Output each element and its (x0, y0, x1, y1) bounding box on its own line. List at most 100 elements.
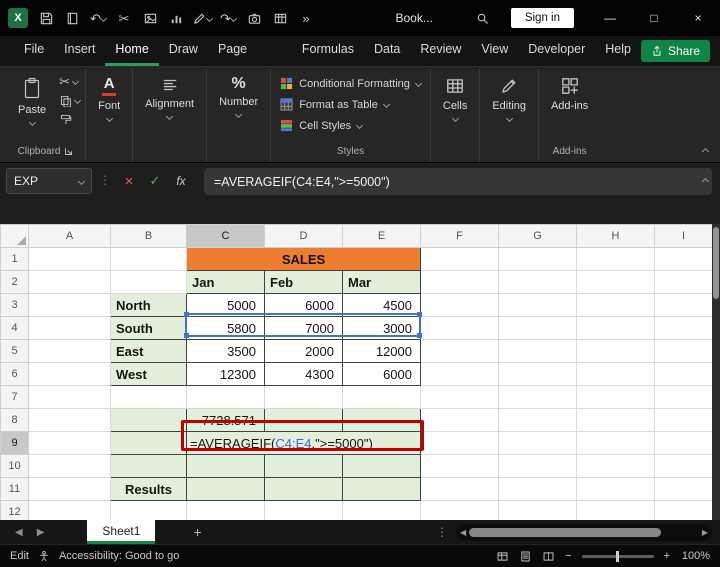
cell-d10[interactable] (265, 455, 343, 478)
row-header-2[interactable]: 2 (1, 271, 29, 294)
tab-page-layout[interactable]: Page Layout (208, 36, 292, 66)
cell-e6[interactable]: 6000 (343, 363, 421, 386)
cell-e4[interactable]: 3000 (343, 317, 421, 340)
cells-menu-button[interactable]: Cells (436, 71, 474, 121)
cell[interactable] (577, 478, 655, 501)
cell[interactable] (29, 340, 111, 363)
cell[interactable] (577, 455, 655, 478)
cell[interactable] (577, 340, 655, 363)
cell[interactable] (655, 248, 713, 271)
cell[interactable] (421, 455, 499, 478)
cell[interactable] (499, 409, 577, 432)
more-commands-icon[interactable]: » (294, 5, 318, 31)
notebook-icon[interactable] (60, 5, 84, 31)
cell-d11[interactable] (265, 478, 343, 501)
conditional-formatting-button[interactable]: Conditional Formatting (276, 74, 425, 93)
cell-d2-feb[interactable]: Feb (265, 271, 343, 294)
cell-e8[interactable] (343, 409, 421, 432)
cell[interactable] (499, 455, 577, 478)
cell[interactable] (421, 340, 499, 363)
cell[interactable] (655, 340, 713, 363)
cell[interactable] (577, 248, 655, 271)
addins-button[interactable]: Add-ins (544, 71, 595, 112)
zoom-slider[interactable] (582, 555, 654, 558)
row-header-7[interactable]: 7 (1, 386, 29, 409)
cell[interactable] (499, 317, 577, 340)
cell[interactable] (265, 386, 343, 409)
collapse-ribbon-icon[interactable] (702, 148, 709, 155)
scroll-left-icon[interactable]: ◀ (460, 528, 466, 537)
cell-c2-jan[interactable]: Jan (187, 271, 265, 294)
cell[interactable] (187, 386, 265, 409)
picture-icon[interactable] (138, 5, 162, 31)
cell-c3[interactable]: 5000 (187, 294, 265, 317)
camera-icon[interactable] (242, 5, 266, 31)
tab-home[interactable]: Home (105, 36, 158, 66)
tab-file[interactable]: File (14, 36, 54, 66)
cell[interactable] (421, 248, 499, 271)
name-box[interactable]: EXP (6, 168, 92, 194)
cell[interactable] (111, 386, 187, 409)
tab-help[interactable]: Help (595, 36, 641, 66)
cell[interactable] (655, 294, 713, 317)
column-header-d[interactable]: D (265, 225, 343, 248)
cell[interactable] (29, 317, 111, 340)
cell-b3-north[interactable]: North (111, 294, 187, 317)
row-header-10[interactable]: 10 (1, 455, 29, 478)
cell-d6[interactable]: 4300 (265, 363, 343, 386)
cell[interactable] (499, 248, 577, 271)
cell[interactable] (577, 386, 655, 409)
select-all-corner[interactable] (1, 225, 29, 248)
cell[interactable] (29, 363, 111, 386)
cell[interactable] (421, 409, 499, 432)
column-header-i[interactable]: I (655, 225, 713, 248)
cell[interactable] (343, 501, 421, 521)
cell-c8-average[interactable]: 7728.571 (187, 409, 265, 432)
search-icon[interactable] (471, 5, 495, 31)
cell-e10[interactable] (343, 455, 421, 478)
copy-button[interactable] (59, 94, 80, 107)
cell-b9[interactable] (111, 432, 187, 455)
row-header-3[interactable]: 3 (1, 294, 29, 317)
cell-c1-sales-title[interactable]: SALES (187, 248, 421, 271)
cell[interactable] (499, 363, 577, 386)
cell-c9-formula[interactable]: =AVERAGEIF(C4:E4,">=5000") (187, 432, 421, 455)
cell[interactable] (111, 271, 187, 294)
cell-b6-west[interactable]: West (111, 363, 187, 386)
vertical-scrollbar-thumb[interactable] (713, 227, 719, 299)
cell[interactable] (577, 317, 655, 340)
formula-bar-splitter[interactable]: ⋮ (96, 168, 114, 187)
row-header-6[interactable]: 6 (1, 363, 29, 386)
cell-d3[interactable]: 6000 (265, 294, 343, 317)
zoom-level[interactable]: 100% (680, 550, 710, 562)
cell[interactable] (421, 386, 499, 409)
new-sheet-button[interactable]: + (193, 524, 201, 540)
format-painter-button[interactable] (59, 113, 80, 126)
row-header-11[interactable]: 11 (1, 478, 29, 501)
previous-sheet-icon[interactable]: ◀ (8, 527, 30, 538)
sign-in-button[interactable]: Sign in (511, 8, 574, 28)
cell-d8[interactable] (265, 409, 343, 432)
sheet-tab-sheet1[interactable]: Sheet1 (87, 520, 155, 544)
cell-b8[interactable] (111, 409, 187, 432)
share-button[interactable]: Share (641, 40, 710, 62)
cut-button[interactable]: ✂ (59, 75, 80, 88)
cell[interactable] (111, 501, 187, 521)
cell[interactable] (29, 455, 111, 478)
cell[interactable] (265, 501, 343, 521)
column-header-c[interactable]: C (187, 225, 265, 248)
paste-button[interactable]: Paste (11, 71, 53, 125)
cell[interactable] (29, 478, 111, 501)
zoom-out-icon[interactable]: − (565, 550, 571, 562)
column-header-g[interactable]: G (499, 225, 577, 248)
cell[interactable] (577, 294, 655, 317)
cell[interactable] (29, 501, 111, 521)
cell[interactable] (421, 294, 499, 317)
next-sheet-icon[interactable]: ▶ (30, 527, 52, 538)
cell-c4[interactable]: 5800 (187, 317, 265, 340)
cell[interactable] (577, 432, 655, 455)
cell[interactable] (499, 386, 577, 409)
cell[interactable] (421, 363, 499, 386)
cell[interactable] (499, 340, 577, 363)
horizontal-scrollbar[interactable]: ◀ ▶ (456, 524, 712, 541)
